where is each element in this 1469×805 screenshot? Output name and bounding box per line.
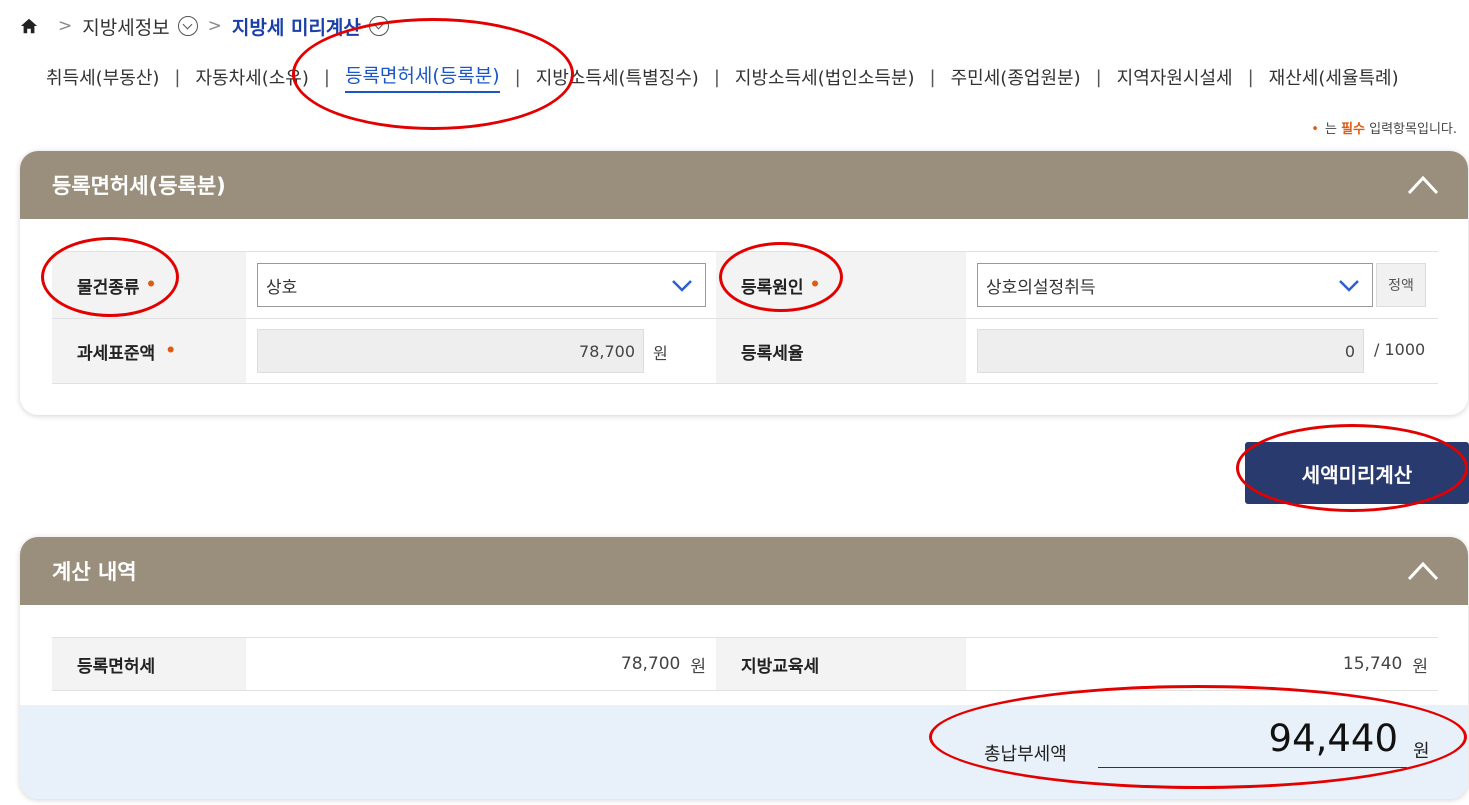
breadcrumb-current[interactable]: 지방세 미리계산 [232,13,361,40]
chevron-down-icon[interactable] [368,16,389,36]
tab-divider: | [323,66,330,88]
form-panel-title: 등록면허세(등록분) [52,174,226,198]
total-section: 총납부세액 94,440 원 [20,705,1468,799]
tab-divider: | [174,66,181,88]
breadcrumb: > 지방세정보 > 지방세 미리계산 [20,12,389,40]
form-panel-header[interactable]: 등록면허세(등록분) [20,151,1468,219]
tab-regional-resource-tax[interactable]: 지역자원시설세 [1117,64,1233,90]
chevron-down-icon[interactable] [177,16,198,36]
tab-local-income-withholding[interactable]: 지방소득세(특별징수) [536,64,699,90]
tax-rate-input[interactable]: 0 [977,329,1364,373]
tax-rate-label: 등록세율 [716,319,966,383]
tax-base-input[interactable]: 78,700 [257,329,644,373]
required-note: • 는 필수 입력항목입니다. [1311,122,1457,137]
tab-acquisition-tax[interactable]: 취득세(부동산) [46,64,159,90]
item-type-select[interactable]: 상호 [257,263,706,307]
chevron-down-icon [672,280,692,292]
form-panel: 등록면허세(등록분) 물건종류 • 상호 등록원인 • 상호의설정취득 정액 과세표… [20,151,1468,415]
tab-vehicle-tax[interactable]: 자동차세(소유) [195,64,308,90]
total-label: 총납부세액 [984,744,1067,765]
fixed-amount-button[interactable]: 정액 [1376,263,1426,307]
tab-divider: | [1095,66,1102,88]
tax-tabs: 취득세(부동산) | 자동차세(소유) | 등록면허세(등록분) | 지방소득세(특별… [46,61,1399,93]
total-unit: 원 [1413,741,1430,762]
chevron-right-icon: > [207,16,222,36]
tab-property-tax[interactable]: 재산세(세율특례) [1269,64,1399,90]
tab-divider: | [929,66,936,88]
tab-divider: | [713,66,720,88]
tab-registration-tax[interactable]: 등록면허세(등록분) [344,61,500,93]
total-underline [1098,767,1407,768]
home-icon[interactable] [20,17,38,35]
breadcrumb-level1[interactable]: 지방세정보 [82,13,169,40]
result-panel-header[interactable]: 계산 내역 [20,537,1468,605]
required-dot-icon: • [1311,122,1319,137]
reason-label: 등록원인 • [716,252,966,318]
tax-rate-unit: / 1000 [1374,340,1426,359]
chevron-right-icon: > [58,16,73,36]
tab-divider: | [1247,66,1254,88]
result-panel-title: 계산 내역 [52,560,137,584]
chevron-down-icon [1339,280,1359,292]
tax-base-unit: 원 [653,344,668,363]
result-row: 등록면허세 78,700 원 지방교육세 15,740 원 [52,637,1438,691]
education-tax-value: 15,740 원 [1342,654,1428,677]
registration-tax-value: 78,700 원 [620,654,706,677]
form-row-2: 과세표준액 • 78,700 원 등록세율 0 / 1000 [52,319,1438,384]
tab-divider: | [514,66,521,88]
education-tax-label: 지방교육세 [716,638,966,690]
tax-base-label: 과세표준액 • [52,319,246,383]
result-panel: 계산 내역 등록면허세 78,700 원 지방교육세 15,740 원 총납부세액 … [20,537,1468,799]
required-dot-icon: • [165,341,177,361]
total-value: 94,440 [1268,717,1398,760]
required-dot-icon: • [809,275,821,295]
registration-tax-label: 등록면허세 [52,638,246,690]
form-row-1: 물건종류 • 상호 등록원인 • 상호의설정취득 정액 [52,251,1438,319]
reason-select[interactable]: 상호의설정취득 [977,263,1373,307]
chevron-up-icon[interactable] [1406,173,1440,197]
required-dot-icon: • [145,275,157,295]
item-type-label: 물건종류 • [52,252,246,318]
calculate-tax-button[interactable]: 세액미리계산 [1245,442,1469,504]
tab-resident-tax[interactable]: 주민세(종업원분) [951,64,1081,90]
chevron-up-icon[interactable] [1406,559,1440,583]
tab-local-income-corporate[interactable]: 지방소득세(법인소득분) [735,64,915,90]
